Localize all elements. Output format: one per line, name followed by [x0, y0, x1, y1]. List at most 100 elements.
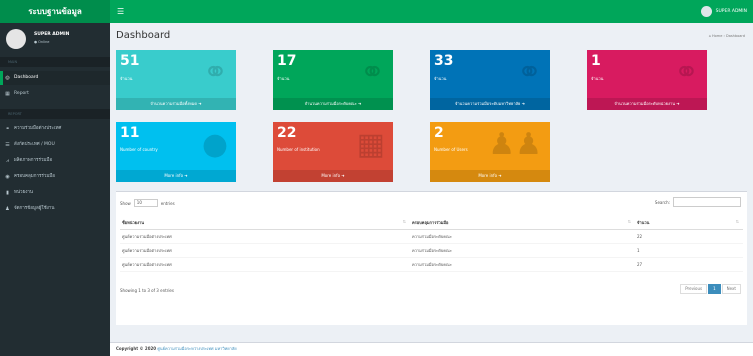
- user-name: SUPER ADMIN: [715, 9, 747, 14]
- copyright-text: Copyright © 2020: [116, 346, 157, 351]
- sidebar-item-label: ผลิตภาพการร่วมมือ: [14, 158, 53, 163]
- sidebar-header-main: MAIN: [0, 57, 110, 67]
- table-cell: ศูนย์ความร่วมมือต่างประเทศ: [120, 243, 410, 258]
- breadcrumb[interactable]: ⌂ Home › Dashboard: [709, 34, 745, 38]
- sidebar: SUPER ADMIN ● Online MAIN ◎ Dashboard ▦ Rep…: [0, 23, 110, 356]
- stat-value: 33: [434, 53, 454, 69]
- page-length-select[interactable]: 10: [133, 199, 158, 207]
- top-navbar: ระบบฐานข้อมูล ☰ SUPER ADMIN: [0, 0, 753, 23]
- stat-value: 17: [277, 53, 297, 69]
- data-table-card: Show 10 entries Search: ชื่อหน่วยงาน ⇅ คร…: [116, 191, 747, 325]
- stat-label: จำนวน: [434, 76, 447, 81]
- page-length-control: Show 10 entries: [120, 199, 175, 207]
- chart-icon: ⩘: [6, 158, 9, 164]
- stat-more-info-link[interactable]: More info ➜: [116, 170, 236, 182]
- stat-label: Number of institution: [277, 147, 320, 152]
- sidebar-item-label: จัดการข้อมูลผู้ใช้งาน: [14, 206, 55, 211]
- footer-link[interactable]: ศูนย์ความร่วมมือระหว่างประเทศ มหาวิทยาลั…: [157, 346, 236, 351]
- stat-more-info-link[interactable]: More info ➜: [273, 170, 393, 182]
- data-table: ชื่อหน่วยงาน ⇅ ครอบคลุมการร่วมมือ ⇅ จำนวน ⇅…: [120, 216, 743, 272]
- stat-value: 22: [277, 125, 297, 141]
- stat-value: 51: [120, 53, 140, 69]
- sidebar-header-report: REPORT: [0, 109, 110, 119]
- sidebar-item-label: หน่วยงาน: [14, 190, 34, 195]
- next-page-button[interactable]: Next: [721, 284, 741, 294]
- search-input[interactable]: [673, 197, 741, 207]
- stat-box: 11 Number of country ● More info ➜: [116, 122, 236, 182]
- table-row: ศูนย์ความร่วมมือต่างประเทศ ความร่วมมือระด…: [120, 257, 743, 272]
- stat-box: 17 จำนวน ⚭ จำนวนความร่วมมือระดับคณะ ➜: [273, 50, 393, 110]
- stat-label: Number of country: [120, 147, 158, 152]
- stat-value: 11: [120, 125, 140, 141]
- show-label: Show: [120, 200, 131, 206]
- user-panel: SUPER ADMIN ● Online: [6, 29, 106, 51]
- avatar: [700, 6, 712, 17]
- table-cell: ความร่วมมือระดับคณะ: [410, 229, 635, 244]
- sidebar-toggle-icon[interactable]: ☰: [117, 5, 127, 18]
- avatar: [6, 29, 26, 49]
- handshake-icon: ⚭: [516, 55, 542, 90]
- pagination: Previous 1 Next: [680, 284, 741, 294]
- table-cell: 22: [635, 229, 743, 244]
- stat-label: จำนวน: [277, 76, 290, 81]
- entries-label: entries: [160, 200, 175, 206]
- handshake-icon: ⚭: [673, 55, 699, 90]
- stat-label: Number of Users: [434, 147, 468, 152]
- previous-page-button[interactable]: Previous: [680, 284, 708, 294]
- table-cell: 1: [635, 243, 743, 258]
- sidebar-item-dashboard[interactable]: ◎ Dashboard: [0, 71, 110, 85]
- sidebar-item-coverage[interactable]: ◉ ครอบคลุมการร่วมมือ: [0, 170, 110, 184]
- globe-icon: ●: [201, 127, 228, 162]
- user-menu[interactable]: SUPER ADMIN: [700, 5, 747, 18]
- sidebar-item-country-mou[interactable]: ☰ สังกัดประเทศ / MOU: [0, 138, 110, 152]
- table-row: ศูนย์ความร่วมมือต่างประเทศ ความร่วมมือระด…: [120, 229, 743, 244]
- sidebar-item-productivity[interactable]: ⩘ ผลิตภาพการร่วมมือ: [0, 154, 110, 168]
- stat-more-info-link[interactable]: More info ➜: [430, 170, 550, 182]
- sidebar-item-report[interactable]: ▦ Report: [0, 87, 110, 101]
- handshake-icon: ⚭: [5, 126, 10, 132]
- stat-more-info-link[interactable]: จำนวนความร่วมมือระดับหน่วยงาน ➜: [587, 98, 707, 110]
- handshake-icon: ⚭: [359, 55, 385, 90]
- column-header-count[interactable]: จำนวน ⇅: [635, 216, 743, 230]
- handshake-icon: ⚭: [202, 55, 228, 90]
- table-row: ศูนย์ความร่วมมือต่างประเทศ ความร่วมมือระด…: [120, 243, 743, 258]
- dashboard-icon: ◎: [5, 75, 10, 81]
- user-panel-name: SUPER ADMIN: [34, 32, 70, 37]
- search-control: Search:: [655, 197, 741, 207]
- stat-label: จำนวน: [591, 76, 604, 81]
- table-cell: ศูนย์ความร่วมมือต่างประเทศ: [120, 229, 410, 244]
- stat-box: 2 Number of Users ♟♟ More info ➜: [430, 122, 550, 182]
- users-icon: ♟♟: [488, 127, 542, 162]
- stat-box: 33 จำนวน ⚭ จำนวนความร่วมมือระดับมหาวิทยาลัย…: [430, 50, 550, 110]
- stat-more-info-link[interactable]: จำนวนความร่วมมือทั้งหมด ➜: [116, 98, 236, 110]
- page-footer: Copyright © 2020 ศูนย์ความร่วมมือระหว่าง…: [110, 342, 753, 356]
- sidebar-item-agency[interactable]: ▮ หน่วยงาน: [0, 186, 110, 200]
- sidebar-item-user-management[interactable]: ♟ จัดการข้อมูลผู้ใช้งาน: [0, 202, 110, 216]
- stat-more-info-link[interactable]: จำนวนความร่วมมือระดับคณะ ➜: [273, 98, 393, 110]
- table-cell: ความร่วมมือระดับคณะ: [410, 243, 635, 258]
- page-title: Dashboard: [116, 30, 171, 41]
- list-icon: ☰: [5, 142, 10, 148]
- app-brand[interactable]: ระบบฐานข้อมูล: [0, 0, 110, 23]
- stat-more-info-link[interactable]: จำนวนความร่วมมือระดับมหาวิทยาลัย ➜: [430, 98, 550, 110]
- building-icon: ▮: [6, 190, 9, 196]
- sidebar-item-intl-cooperation[interactable]: ⚭ ความร่วมมือต่างประเทศ: [0, 122, 110, 136]
- users-icon: ♟: [5, 206, 10, 212]
- table-cell: ความร่วมมือระดับคณะ: [410, 257, 635, 272]
- stat-box: 1 จำนวน ⚭ จำนวนความร่วมมือระดับหน่วยงาน ➜: [587, 50, 707, 110]
- user-status: ● Online: [34, 40, 50, 44]
- table-cell: ศูนย์ความร่วมมือต่างประเทศ: [120, 257, 410, 272]
- globe-icon: ◉: [5, 174, 10, 180]
- sidebar-item-label: ครอบคลุมการร่วมมือ: [14, 174, 55, 179]
- sidebar-item-label: Report: [14, 91, 29, 96]
- building-icon: ▦: [356, 127, 385, 162]
- search-label: Search:: [654, 199, 670, 205]
- stat-value: 1: [591, 53, 601, 69]
- table-icon: ▦: [5, 91, 10, 97]
- column-header-coverage[interactable]: ครอบคลุมการร่วมมือ ⇅: [410, 216, 635, 230]
- stat-box: 22 Number of institution ▦ More info ➜: [273, 122, 393, 182]
- sidebar-item-label: ความร่วมมือต่างประเทศ: [14, 126, 62, 131]
- stat-value: 2: [434, 125, 444, 141]
- page-1-button[interactable]: 1: [708, 284, 721, 294]
- column-header-agency[interactable]: ชื่อหน่วยงาน ⇅: [120, 216, 410, 230]
